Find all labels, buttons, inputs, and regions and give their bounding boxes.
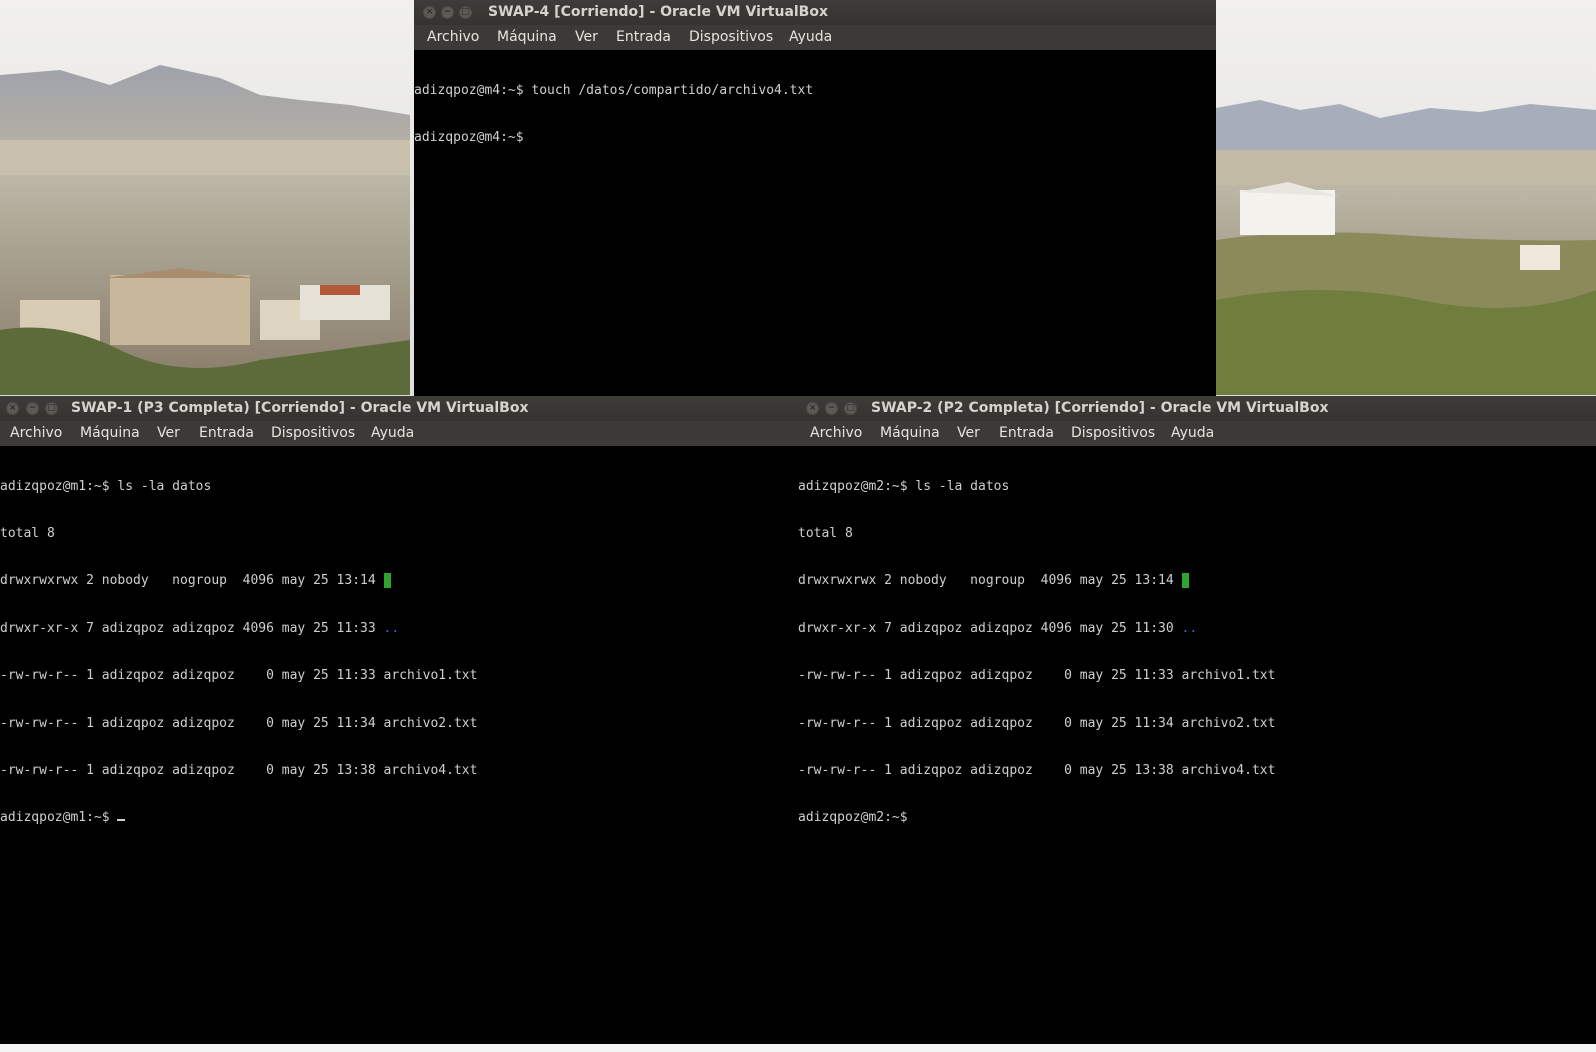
file-entry: -rw-rw-r-- 1 adizqpoz adizqpoz 0 may 25 … — [0, 668, 478, 684]
vbox-window-swap2[interactable]: × − □ SWAP-2 (P2 Completa) [Corriendo] -… — [798, 396, 1596, 1044]
menu-archivo[interactable]: Archivo — [10, 421, 62, 446]
desktop-bottom-strip — [0, 1044, 1596, 1052]
dir-entry-parent: drwxr-xr-x 7 adizqpoz adizqpoz 4096 may … — [798, 621, 1596, 637]
terminal-command: adizqpoz@m1:~$ ls -la datos — [0, 478, 212, 494]
menu-archivo[interactable]: Archivo — [427, 25, 479, 50]
maximize-icon[interactable]: □ — [459, 6, 472, 19]
terminal-total: total 8 — [798, 525, 853, 541]
terminal-total: total 8 — [0, 525, 55, 541]
file-entry: -rw-rw-r-- 1 adizqpoz adizqpoz 0 may 25 … — [0, 762, 478, 778]
file-entry: -rw-rw-r-- 1 adizqpoz adizqpoz 0 may 25 … — [798, 715, 1276, 731]
dir-entry-current: drwxrwxrwx 2 nobody nogroup 4096 may 25 … — [798, 573, 1596, 589]
text-cursor — [117, 819, 126, 822]
dir-entry-current: drwxrwxrwx 2 nobody nogroup 4096 may 25 … — [0, 573, 798, 589]
minimize-icon[interactable]: − — [441, 6, 454, 19]
entry-text: drwxr-xr-x 7 adizqpoz adizqpoz 4096 may … — [798, 620, 1182, 636]
window-titlebar[interactable]: × − □ SWAP-4 [Corriendo] - Oracle VM Vir… — [414, 0, 1216, 25]
menu-dispositivos[interactable]: Dispositivos — [1071, 421, 1155, 446]
menu-archivo[interactable]: Archivo — [810, 421, 862, 446]
terminal-command: adizqpoz@m2:~$ ls -la datos — [798, 478, 1010, 494]
entry-text: drwxrwxrwx 2 nobody nogroup 4096 may 25 … — [0, 573, 384, 589]
window-title: SWAP-1 (P3 Completa) [Corriendo] - Oracl… — [71, 400, 529, 416]
entry-text: drwxr-xr-x 7 adizqpoz adizqpoz 4096 may … — [0, 620, 384, 636]
minimize-icon[interactable]: − — [825, 402, 838, 415]
entry-text: drwxrwxrwx 2 nobody nogroup 4096 may 25 … — [798, 573, 1182, 589]
dir-name-current: . — [1181, 573, 1190, 589]
vbox-window-swap4[interactable]: × − □ SWAP-4 [Corriendo] - Oracle VM Vir… — [414, 0, 1216, 396]
menu-ver[interactable]: Ver — [157, 421, 180, 446]
menu-ver[interactable]: Ver — [575, 25, 598, 50]
terminal-prompt: adizqpoz@m2:~$ — [798, 810, 916, 826]
dir-name-current: . — [383, 573, 392, 589]
menubar: Archivo Máquina Ver Entrada Dispositivos… — [798, 421, 1596, 446]
menu-ayuda[interactable]: Ayuda — [789, 25, 832, 50]
file-entry: -rw-rw-r-- 1 adizqpoz adizqpoz 0 may 25 … — [798, 668, 1276, 684]
menubar: Archivo Máquina Ver Entrada Dispositivos… — [414, 25, 1216, 50]
menu-dispositivos[interactable]: Dispositivos — [689, 25, 773, 50]
menu-entrada[interactable]: Entrada — [999, 421, 1054, 446]
vbox-window-swap1[interactable]: × − □ SWAP-1 (P3 Completa) [Corriendo] -… — [0, 396, 798, 1044]
window-title: SWAP-4 [Corriendo] - Oracle VM VirtualBo… — [488, 4, 829, 20]
minimize-icon[interactable]: − — [26, 402, 39, 415]
close-icon[interactable]: × — [423, 6, 436, 19]
maximize-icon[interactable]: □ — [45, 402, 58, 415]
dir-name-parent: .. — [1181, 620, 1198, 636]
menu-dispositivos[interactable]: Dispositivos — [271, 421, 355, 446]
terminal-prompt: adizqpoz@m1:~$ — [0, 810, 118, 826]
maximize-icon[interactable]: □ — [844, 402, 857, 415]
window-titlebar[interactable]: × − □ SWAP-1 (P3 Completa) [Corriendo] -… — [0, 396, 798, 421]
close-icon[interactable]: × — [806, 402, 819, 415]
dir-name-parent: .. — [383, 620, 400, 636]
menu-ayuda[interactable]: Ayuda — [1171, 421, 1214, 446]
terminal-screen[interactable]: adizqpoz@m4:~$ touch /datos/compartido/a… — [414, 50, 1216, 396]
window-titlebar[interactable]: × − □ SWAP-2 (P2 Completa) [Corriendo] -… — [798, 396, 1596, 421]
menu-ver[interactable]: Ver — [957, 421, 980, 446]
terminal-prompt-line: adizqpoz@m1:~$ — [0, 810, 798, 826]
menu-entrada[interactable]: Entrada — [616, 25, 671, 50]
terminal-screen[interactable]: adizqpoz@m2:~$ ls -la datos total 8 drwx… — [798, 446, 1596, 1044]
file-entry: -rw-rw-r-- 1 adizqpoz adizqpoz 0 may 25 … — [0, 715, 478, 731]
terminal-screen[interactable]: adizqpoz@m1:~$ ls -la datos total 8 drwx… — [0, 446, 798, 1044]
menubar: Archivo Máquina Ver Entrada Dispositivos… — [0, 421, 798, 446]
menu-entrada[interactable]: Entrada — [199, 421, 254, 446]
terminal-line: adizqpoz@m4:~$ touch /datos/compartido/a… — [414, 82, 814, 98]
menu-maquina[interactable]: Máquina — [880, 421, 940, 446]
dir-entry-parent: drwxr-xr-x 7 adizqpoz adizqpoz 4096 may … — [0, 621, 798, 637]
close-icon[interactable]: × — [6, 402, 19, 415]
menu-maquina[interactable]: Máquina — [80, 421, 140, 446]
terminal-prompt: adizqpoz@m4:~$ — [414, 129, 532, 145]
window-title: SWAP-2 (P2 Completa) [Corriendo] - Oracl… — [871, 400, 1329, 416]
menu-maquina[interactable]: Máquina — [497, 25, 557, 50]
menu-ayuda[interactable]: Ayuda — [371, 421, 414, 446]
file-entry: -rw-rw-r-- 1 adizqpoz adizqpoz 0 may 25 … — [798, 762, 1276, 778]
